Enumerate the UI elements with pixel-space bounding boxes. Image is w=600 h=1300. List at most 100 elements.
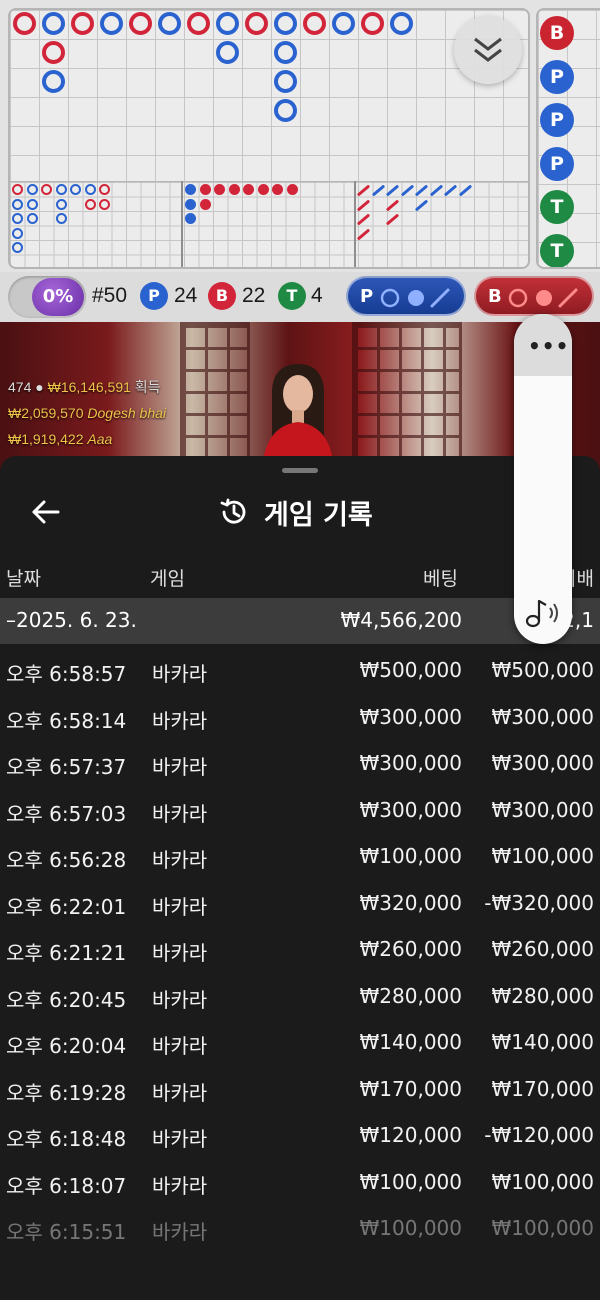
sheet-drag-handle[interactable]	[282, 468, 318, 473]
row-bet: ₩320,000	[359, 890, 462, 915]
row-time: 오후 6:58:14	[6, 708, 127, 733]
stats-bar: 0% #50 P 24 B 22 T 4 P B	[0, 272, 600, 322]
more-button[interactable]: •••	[528, 334, 569, 358]
row-game: 바카라	[152, 1080, 208, 1105]
winner-amount: ₩1,919,422	[8, 431, 84, 447]
derived-road-marker	[356, 228, 371, 240]
derived-road-marker	[26, 184, 38, 195]
row-payout: ₩300,000	[491, 704, 594, 729]
history-icon	[220, 498, 246, 524]
derived-road-marker	[55, 184, 67, 195]
big-road-marker	[216, 12, 239, 35]
derived-road-marker	[385, 199, 400, 211]
row-time: 오후 6:57:03	[6, 801, 127, 826]
table-row[interactable]: 오후 6:58:57 바카라 ₩500,000 ₩500,000	[0, 648, 600, 695]
sound-icon	[525, 599, 558, 628]
background-lattice	[352, 322, 462, 472]
derived-road-marker	[185, 184, 196, 195]
winner-name: Dogesh bhai	[87, 405, 167, 421]
derived-road-marker	[214, 184, 225, 195]
row-bet: ₩300,000	[359, 704, 462, 729]
row-bet: ₩100,000	[359, 1216, 462, 1240]
big-road-marker	[274, 41, 297, 64]
derived-road-marker	[199, 198, 211, 210]
row-game: 바카라	[152, 755, 208, 779]
derived-road-marker	[99, 184, 110, 195]
big-road-marker	[42, 12, 65, 35]
table-header: 날짜 게임 베팅 지배	[0, 556, 600, 596]
big-road-marker	[187, 12, 210, 35]
total-winners-line: 474 ● ₩16,146,591 획득	[8, 374, 166, 400]
table-row[interactable]: 오후 6:57:03 바카라 ₩300,000 ₩300,000	[0, 788, 600, 835]
big-road-marker	[13, 12, 36, 35]
row-game: 바카라	[152, 848, 208, 872]
tie-count: 4	[311, 284, 323, 307]
row-game: 바카라	[152, 987, 208, 1012]
derived-road-marker	[26, 213, 38, 224]
row-payout: ₩100,000	[491, 844, 594, 868]
row-bet: ₩120,000	[359, 1123, 462, 1147]
table-row[interactable]: 오후 6:20:04 바카라 ₩140,000 ₩140,000	[0, 1020, 600, 1067]
banker-ask-button[interactable]: B	[474, 276, 594, 316]
big-road-marker	[332, 12, 355, 35]
panel-title: 게임 기록	[218, 490, 373, 534]
derived-road-marker	[41, 184, 52, 195]
table-row[interactable]: 오후 6:58:14 바카라 ₩300,000 ₩300,000	[0, 695, 600, 742]
table-row[interactable]: 오후 6:56:28 바카라 ₩100,000 ₩100,000	[0, 834, 600, 881]
table-row[interactable]: 오후 6:22:01 바카라 ₩320,000 -₩320,000	[0, 881, 600, 928]
tie-stat-icon: T	[278, 282, 306, 310]
player-stat-icon: P	[140, 282, 168, 310]
derived-road-marker	[257, 184, 269, 195]
table-row[interactable]: 오후 6:18:07 바카라 ₩100,000 ₩100,000	[0, 1160, 600, 1207]
table-row[interactable]: 오후 6:18:48 바카라 ₩120,000 -₩120,000	[0, 1113, 600, 1160]
winner-row: ₩1,919,422 Aaa	[8, 426, 166, 452]
row-time: 오후 6:18:48	[6, 1127, 127, 1151]
row-payout: -₩320,000	[484, 890, 594, 915]
arrow-left-icon	[32, 500, 60, 524]
row-time: 오후 6:20:45	[6, 987, 127, 1012]
derived-road-marker	[286, 184, 298, 195]
derived-road-marker	[12, 198, 23, 210]
table-row[interactable]: 오후 6:57:37 바카라 ₩300,000 ₩300,000	[0, 741, 600, 788]
table-row[interactable]: 오후 6:19:28 바카라 ₩170,000 ₩170,000	[0, 1067, 600, 1114]
derived-road-marker	[12, 184, 23, 195]
floating-menu: •••	[514, 314, 572, 644]
big-road-marker	[245, 12, 268, 35]
derived-road-marker	[70, 184, 81, 195]
big-road-marker	[42, 70, 65, 93]
table-row[interactable]: 오후 6:20:45 바카라 ₩280,000 ₩280,000	[0, 974, 600, 1021]
percent-toggle[interactable]: 0%	[8, 276, 86, 318]
bead-road-marker: P	[540, 146, 574, 181]
sound-button[interactable]	[524, 596, 564, 630]
derived-road-marker	[400, 184, 414, 197]
derived-road-marker	[99, 198, 110, 210]
row-game: 바카라	[152, 1173, 208, 1198]
row-game: 바카라	[152, 1127, 208, 1151]
big-road-marker	[274, 99, 297, 122]
row-bet: ₩140,000	[359, 1030, 462, 1054]
derived-roads	[8, 181, 530, 269]
row-time: 오후 6:19:28	[6, 1080, 127, 1105]
date-group-row[interactable]: –2025. 6. 23. ₩4,566,200 ₩2,1	[0, 598, 600, 644]
table-row[interactable]: 오후 6:15:51 바카라 ₩100,000 ₩100,000	[0, 1206, 600, 1253]
winner-row: ₩2,059,570 Dogesh bhai	[8, 400, 166, 426]
person-icon: ●	[35, 379, 44, 395]
game-history-sheet: 게임 기록 날짜 게임 베팅 지배 –2025. 6. 23. ₩4,566,2…	[0, 456, 600, 1300]
collapse-roadmap-button[interactable]	[454, 16, 522, 84]
row-time: 오후 6:57:37	[6, 755, 127, 779]
row-payout: ₩140,000	[491, 1030, 594, 1054]
row-payout: ₩260,000	[491, 937, 594, 961]
big-road-marker	[390, 12, 413, 35]
big-road-marker	[274, 70, 297, 93]
player-ask-button[interactable]: P	[346, 276, 466, 316]
panel-title-text: 게임 기록	[264, 499, 373, 531]
road-divider	[181, 181, 183, 267]
big-road-marker	[303, 12, 326, 35]
row-bet: ₩280,000	[359, 983, 462, 1008]
winners-overlay: 474 ● ₩16,146,591 획득 ₩2,059,570 Dogesh b…	[8, 374, 166, 452]
table-row[interactable]: 오후 6:21:21 바카라 ₩260,000 ₩260,000	[0, 927, 600, 974]
round-number: #50	[92, 284, 128, 307]
back-button[interactable]	[24, 490, 68, 534]
column-header-game: 게임	[150, 568, 185, 590]
derived-road-marker	[371, 184, 385, 197]
